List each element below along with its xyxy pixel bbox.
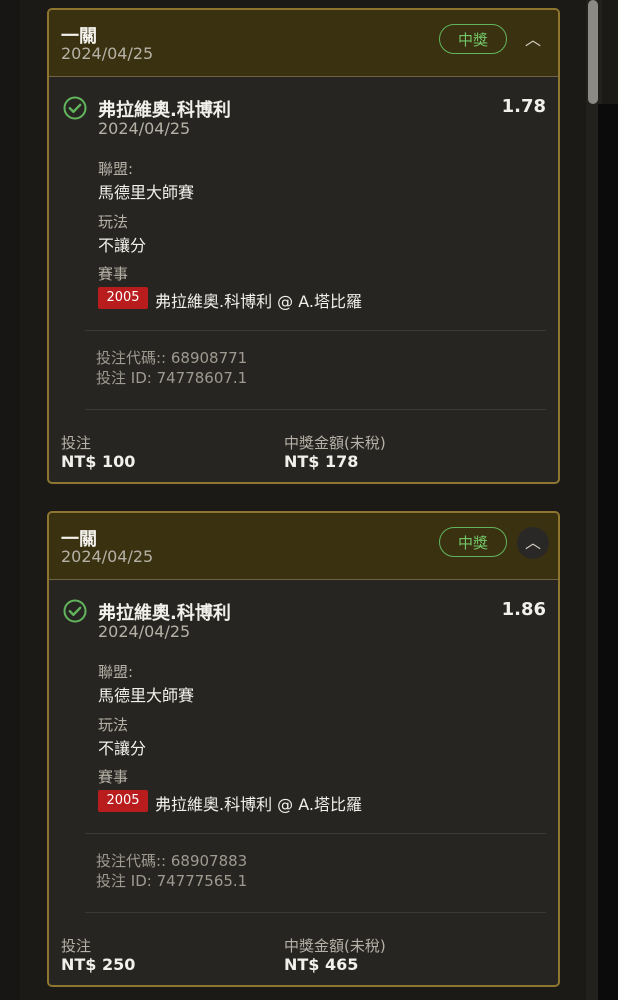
divider: [85, 409, 546, 410]
check-circle-icon: [63, 96, 87, 120]
event-name: 弗拉維奧.科博利 @ A.塔比羅: [155, 292, 363, 311]
payout-value: NT$ 178: [284, 452, 359, 471]
market-label: 玩法: [98, 213, 129, 231]
left-rail: [0, 0, 20, 1000]
selection-date: 2024/04/25: [98, 622, 191, 641]
league-value: 馬德里大師賽: [98, 686, 195, 705]
event-label: 賽事: [98, 768, 129, 786]
bet-card-header[interactable]: 一關 2024/04/25 中獎 ︿: [49, 10, 558, 77]
bet-code: 投注代碼:: 68908771: [96, 349, 248, 367]
scrollbar-thumb[interactable]: [588, 0, 598, 104]
payout-value: NT$ 465: [284, 955, 359, 974]
right-edge: [598, 104, 618, 1000]
odds-value: 1.78: [501, 96, 546, 117]
bet-card-header[interactable]: 一關 2024/04/25 中獎 ︿: [49, 513, 558, 580]
status-badge: 中獎: [439, 527, 507, 557]
event-code-badge: 2005: [98, 287, 148, 309]
stake-value: NT$ 100: [61, 452, 136, 471]
selection-date: 2024/04/25: [98, 119, 191, 138]
divider: [85, 330, 546, 331]
bet-history-page: 一關 2024/04/25 中獎 ︿ 弗拉維奧.科博利 2024/04/25 1…: [0, 0, 618, 1000]
league-label: 聯盟:: [98, 160, 134, 178]
market-label: 玩法: [98, 716, 129, 734]
chevron-up-icon[interactable]: ︿: [517, 24, 549, 56]
stake-label: 投注: [61, 434, 92, 452]
league-value: 馬德里大師賽: [98, 183, 195, 202]
odds-value: 1.86: [501, 599, 546, 620]
event-code-badge: 2005: [98, 790, 148, 812]
payout-label: 中獎金額(未稅): [284, 434, 386, 452]
event-label: 賽事: [98, 265, 129, 283]
chevron-up-icon[interactable]: ︿: [517, 527, 549, 559]
status-badge: 中獎: [439, 24, 507, 54]
bet-date: 2024/04/25: [61, 547, 154, 566]
bet-date: 2024/04/25: [61, 44, 154, 63]
bet-card: 一關 2024/04/25 中獎 ︿ 弗拉維奧.科博利 2024/04/25 1…: [47, 8, 560, 484]
divider: [85, 912, 546, 913]
market-value: 不讓分: [98, 236, 147, 255]
check-circle-icon: [63, 599, 87, 623]
bet-id: 投注 ID: 74778607.1: [96, 369, 248, 387]
market-value: 不讓分: [98, 739, 147, 758]
bet-id: 投注 ID: 74777565.1: [96, 872, 248, 890]
event-name: 弗拉維奧.科博利 @ A.塔比羅: [155, 795, 363, 814]
payout-label: 中獎金額(未稅): [284, 937, 386, 955]
league-label: 聯盟:: [98, 663, 134, 681]
stake-value: NT$ 250: [61, 955, 136, 974]
stake-label: 投注: [61, 937, 92, 955]
bet-card: 一關 2024/04/25 中獎 ︿ 弗拉維奧.科博利 2024/04/25 1…: [47, 511, 560, 987]
divider: [85, 833, 546, 834]
bet-code: 投注代碼:: 68907883: [96, 852, 248, 870]
